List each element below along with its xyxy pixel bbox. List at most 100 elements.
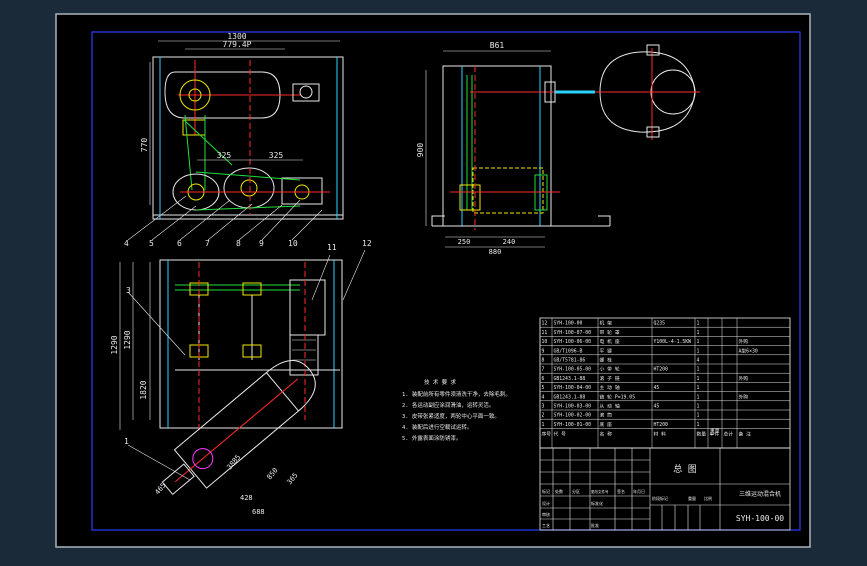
balloon-5: 5 — [149, 239, 154, 248]
dim-side-width: B61 — [490, 41, 505, 50]
bom-cell: 外购 — [739, 338, 749, 345]
dim-plan-height-a: 1290 — [110, 335, 119, 354]
bom-cell: 45 — [654, 404, 660, 410]
bom-cell: HT200 — [654, 367, 669, 373]
bom-header-cell: 代 号 — [554, 430, 567, 437]
bom-cell: 1 — [697, 394, 700, 400]
dim-plan-height-b: 1290 — [123, 330, 132, 349]
bom-cell: 4 — [697, 358, 700, 364]
bom-cell: SYH-100-00 — [554, 321, 583, 327]
balloon-1: 1 — [124, 437, 129, 446]
bom-cell: 1 — [697, 339, 700, 345]
dim-pulley-span-b: 325 — [269, 151, 284, 160]
bom-cell: 带 轮 罩 — [600, 329, 620, 336]
balloon-8: 8 — [236, 239, 241, 248]
dim-side-base-a: 250 — [458, 238, 471, 246]
tb-mark: 标记 — [542, 488, 550, 494]
bom-cell: Q235 — [654, 321, 666, 327]
bom-cell: 8 — [542, 358, 545, 364]
tb-sign: 签名 — [617, 488, 625, 494]
bom-cell: 4 — [542, 394, 545, 400]
dim-pulley-span-a: 325 — [217, 151, 232, 160]
dim-side-base-b: 240 — [503, 238, 516, 246]
bom-cell: GB1243.1-88 — [554, 376, 586, 382]
bom-cell: 滚 筒 — [600, 412, 613, 419]
balloon-3: 3 — [126, 286, 131, 295]
tb-date: 年月日 — [633, 488, 645, 494]
tb-count: 处数 — [555, 488, 563, 494]
bom-cell: 小 带 轮 — [600, 366, 620, 373]
notes-title: 技 术 要 求 — [424, 378, 456, 386]
balloon-6: 6 — [177, 239, 182, 248]
tb-stage: 阶段标记 — [652, 495, 668, 501]
bom-cell: SYH-100-06-00 — [554, 339, 592, 345]
bom-cell: 45 — [654, 385, 660, 391]
balloon-4: 4 — [124, 239, 129, 248]
bom-cell: 外购 — [739, 393, 749, 400]
bom-cell: 螺 栓 — [600, 357, 613, 364]
drawing-name: 总 图 — [673, 463, 696, 475]
dim-side-height: 900 — [416, 143, 425, 158]
notes-line-4: 4. 装配后进行空载试运转。 — [402, 423, 472, 431]
tb-review: 审核 — [542, 511, 550, 517]
bom-cell: 1 — [697, 376, 700, 382]
bom-cell: 1 — [697, 413, 700, 419]
bom-cell: SYH-100-01-00 — [554, 422, 592, 428]
cad-viewport[interactable]: 1300 779.4P 770 325 325 4 5 6 7 8 9 10 B… — [0, 0, 867, 562]
tb-design: 设计 — [542, 500, 550, 506]
machine-name: 三维运动混合机 — [739, 490, 781, 498]
bom-cell: SYH-100-05-00 — [554, 367, 592, 373]
notes-line-2: 2. 各运动副应涂润滑油，运转灵活。 — [402, 401, 494, 409]
tb-zone: 分区 — [572, 488, 580, 494]
bom-cell: 3 — [542, 404, 545, 410]
bom-cell: SYH-100-04-00 — [554, 385, 592, 391]
bom-cell: 链 轮 P=19.05 — [600, 393, 636, 400]
bom-cell: HT200 — [654, 422, 669, 428]
bom-cell: 12 — [542, 321, 548, 327]
bom-cell: GB/T1096-B — [554, 348, 583, 354]
drawing-sheet: 1300 779.4P 770 325 325 4 5 6 7 8 9 10 B… — [55, 13, 811, 548]
bom-cell: 1 — [697, 404, 700, 410]
drawing-number: SYH-100-00 — [736, 514, 784, 523]
bom-cell: 滚 子 链 — [600, 375, 620, 382]
bom-cell: SYH-100-03-00 — [554, 404, 592, 410]
notes-line-3: 3. 皮带张紧适度，两轮中心平面一致。 — [402, 412, 500, 420]
bom-cell: A型6×30 — [739, 347, 758, 354]
tb-std: 标准化 — [591, 500, 603, 506]
bom-header-cell: 名 称 — [600, 430, 613, 437]
dim-front-sub: 779.4P — [223, 40, 252, 49]
bom-cell: SYH-100-07-00 — [554, 330, 592, 336]
dim-plan-height-c: 1820 — [139, 380, 148, 399]
balloon-12: 12 — [362, 239, 372, 248]
bom-cell: 1 — [697, 367, 700, 373]
bom-header-cell: 数量 — [697, 430, 707, 437]
bom-cell: 5 — [542, 385, 545, 391]
bom-header-mass: 重量 — [710, 427, 720, 434]
bom-cell: 机 架 — [600, 320, 613, 327]
notes-line-5: 5. 外露表面涂防锈漆。 — [402, 434, 461, 442]
bom-header-cell: 材 料 — [654, 430, 667, 437]
tb-change: 更改文件号 — [591, 489, 609, 494]
bom-cell: 1 — [697, 422, 700, 428]
bom-cell: 11 — [542, 330, 548, 336]
bom-cell: 电 机 座 — [600, 338, 620, 345]
bom-cell: 平 键 — [600, 347, 613, 354]
bom-cell: 主 动 轴 — [600, 384, 620, 391]
bom-cell: 7 — [542, 367, 545, 373]
tb-craft: 工艺 — [542, 523, 550, 528]
bom-cell: 1 — [697, 348, 700, 354]
bom-header-cell: 总计 — [724, 430, 734, 437]
bom-cell: SYH-100-02-00 — [554, 413, 592, 419]
notes-line-1: 1. 装配前所有零件须清洗干净，去除毛刺。 — [402, 390, 511, 398]
bom-cell: 1 — [697, 385, 700, 391]
bom-cell: 6 — [542, 376, 545, 382]
bom-cell: 外购 — [739, 375, 749, 382]
balloon-7: 7 — [205, 239, 210, 248]
bom-cell: 10 — [542, 339, 548, 345]
tb-scale: 比例 — [704, 495, 712, 501]
dim-front-height: 770 — [140, 138, 149, 153]
dim-side-base-total: 880 — [489, 248, 502, 256]
bom-cell: 从 动 轴 — [600, 403, 620, 410]
bom-cell: 1 — [542, 422, 545, 428]
bom-header-cell: 序号 — [542, 430, 552, 437]
